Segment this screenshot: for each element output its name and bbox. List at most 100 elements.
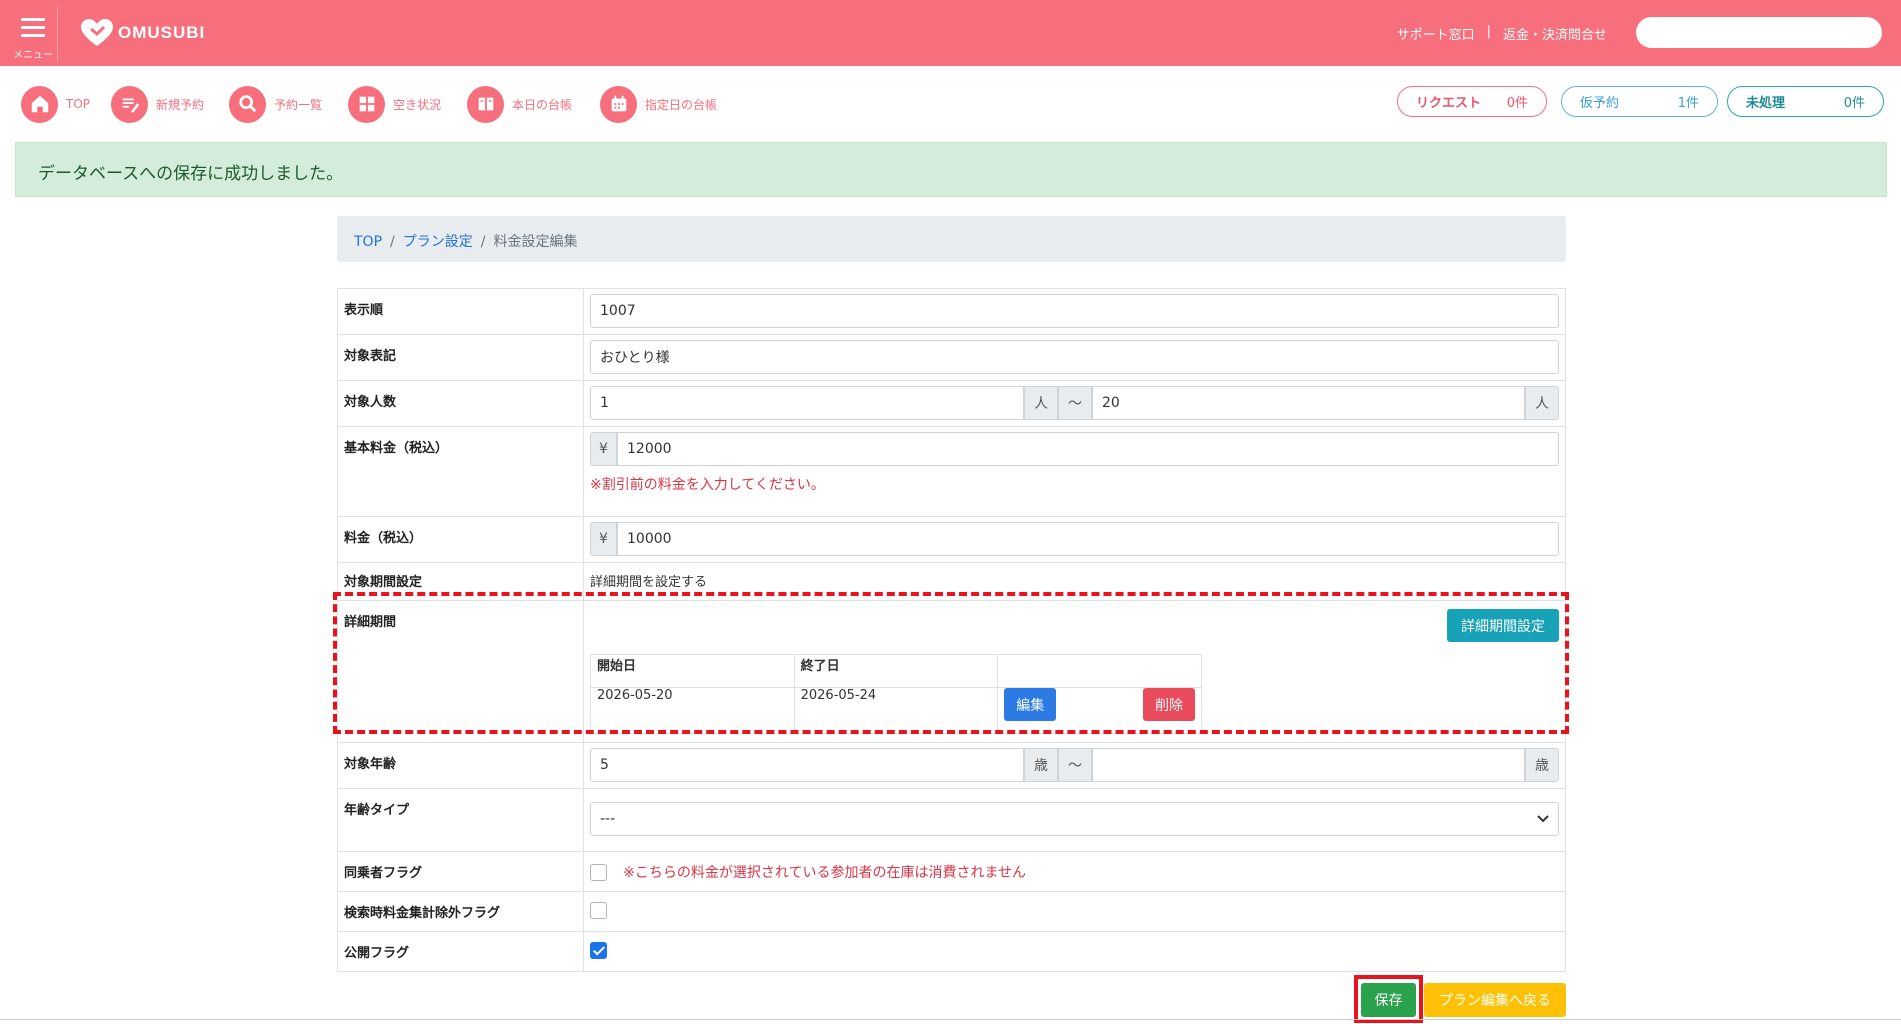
detail-period-setting-button[interactable]: 詳細期間設定 xyxy=(1447,609,1559,642)
base-price-hint: ※割引前の料金を入力してください。 xyxy=(590,477,825,493)
unprocessed-counter[interactable]: 未処理 0件 xyxy=(1727,86,1884,117)
heart-logo-icon xyxy=(81,19,113,46)
display-order-input[interactable]: 1007 xyxy=(590,294,1559,328)
end-date-cell: 2026-05-24 xyxy=(793,687,999,734)
age-type-selected: --- xyxy=(600,811,616,827)
price-group: ¥ 10000 xyxy=(590,522,1559,556)
base-price-input[interactable]: 12000 xyxy=(617,432,1559,466)
calendar-icon xyxy=(600,85,637,123)
provisional-counter[interactable]: 仮予約 1件 xyxy=(1561,86,1718,117)
start-date-cell: 2026-05-20 xyxy=(590,687,795,734)
target-count-max-input[interactable]: 20 xyxy=(1092,386,1525,420)
chevron-down-icon xyxy=(1537,811,1549,827)
age-type-select[interactable]: --- xyxy=(590,802,1559,836)
target-age-max-input[interactable] xyxy=(1092,748,1525,782)
menu-label: メニュー xyxy=(13,50,53,61)
age-unit-addon: 歳 xyxy=(1024,748,1058,782)
person-unit-addon: 人 xyxy=(1024,386,1058,420)
detail-period-table: 開始日 終了日 2026-05-20 2026-05-24 編集 削除 xyxy=(590,654,1202,734)
tilde-addon: ～ xyxy=(1058,386,1092,420)
edit-icon xyxy=(111,85,148,123)
search-exclude-flag-checkbox[interactable] xyxy=(590,902,607,919)
request-counter[interactable]: リクエスト 0件 xyxy=(1397,86,1547,117)
breadcrumb-plan-settings[interactable]: プラン設定 xyxy=(403,234,473,250)
target-count-min-input[interactable]: 1 xyxy=(590,386,1024,420)
period-setting-label: 対象期間設定 xyxy=(337,562,584,601)
tilde-addon: ～ xyxy=(1058,748,1092,782)
counter-label: 仮予約 xyxy=(1580,96,1620,111)
counter-label: 未処理 xyxy=(1746,96,1786,111)
delete-period-button[interactable]: 削除 xyxy=(1143,688,1195,721)
start-date-header: 開始日 xyxy=(590,654,795,688)
base-price-label: 基本料金（税込） xyxy=(337,426,584,517)
public-flag-checkbox[interactable] xyxy=(590,942,607,959)
grid-icon xyxy=(348,85,385,123)
header-links: サポート窓口 | 返金・決済問合せ xyxy=(1397,24,1607,43)
app-header: メニュー OMUSUBI サポート窓口 | 返金・決済問合せ xyxy=(0,0,1901,66)
nav-item-label: 空き状況 xyxy=(393,97,442,112)
target-count-group: 1 人 ～ 20 人 xyxy=(590,386,1559,420)
header-link-separator: | xyxy=(1486,24,1491,39)
companion-flag-checkbox[interactable] xyxy=(590,863,607,881)
save-button[interactable]: 保存 xyxy=(1361,983,1416,1017)
detail-period-label: 詳細期間 xyxy=(337,600,584,743)
breadcrumb-current: 料金設定編集 xyxy=(493,234,578,250)
book-icon xyxy=(467,85,504,123)
companion-flag-note: ※こちらの料金が選択されている参加者の在庫は消費されません xyxy=(623,865,1027,881)
main-nav: TOP 新規予約 予約一覧 空き状況 本日の台帳 指定日の台帳 リクエスト 0件 xyxy=(0,66,1901,142)
age-type-label: 年齢タイプ xyxy=(337,788,584,852)
refund-inquiry-link[interactable]: 返金・決済問合せ xyxy=(1503,24,1607,43)
logo[interactable]: OMUSUBI xyxy=(80,18,205,48)
display-order-label: 表示順 xyxy=(337,288,584,335)
breadcrumb: TOP / プラン設定 / 料金設定編集 xyxy=(337,216,1566,262)
actions-header xyxy=(997,654,1202,688)
hamburger-icon xyxy=(21,18,45,37)
base-price-group: ¥ 12000 xyxy=(590,432,1559,466)
counter-value: 1件 xyxy=(1677,96,1699,111)
header-search-input[interactable] xyxy=(1636,17,1882,48)
home-icon xyxy=(21,85,58,123)
end-date-header: 終了日 xyxy=(793,654,999,688)
nav-item-date-ledger[interactable]: 指定日の台帳 xyxy=(600,85,717,123)
nav-item-new-reservation[interactable]: 新規予約 xyxy=(111,85,204,123)
age-unit-addon: 歳 xyxy=(1525,748,1559,782)
logo-text: OMUSUBI xyxy=(118,23,206,42)
nav-item-label: 新規予約 xyxy=(156,97,205,112)
nav-item-label: 本日の台帳 xyxy=(512,97,573,112)
counter-value: 0件 xyxy=(1506,96,1528,111)
public-flag-label: 公開フラグ xyxy=(337,931,584,972)
counter-label: リクエスト xyxy=(1416,96,1482,111)
companion-flag-label: 同乗者フラグ xyxy=(337,851,584,892)
target-age-min-input[interactable]: 5 xyxy=(590,748,1024,782)
search-exclude-flag-label: 検索時料金集計除外フラグ xyxy=(337,891,584,932)
nav-item-availability[interactable]: 空き状況 xyxy=(348,85,441,123)
table-row: 2026-05-20 2026-05-24 編集 削除 xyxy=(590,687,1202,734)
breadcrumb-top[interactable]: TOP xyxy=(354,234,382,250)
nav-item-label: 指定日の台帳 xyxy=(645,97,718,112)
edit-period-button[interactable]: 編集 xyxy=(1004,688,1057,721)
target-count-label: 対象人数 xyxy=(337,380,584,427)
counter-value: 0件 xyxy=(1843,96,1865,111)
target-notation-input[interactable]: おひとり様 xyxy=(590,340,1559,374)
breadcrumb-separator: / xyxy=(390,234,395,250)
price-label: 料金（税込） xyxy=(337,516,584,563)
yen-addon: ¥ xyxy=(590,432,617,466)
nav-item-reservation-list[interactable]: 予約一覧 xyxy=(229,85,322,123)
target-age-label: 対象年齢 xyxy=(337,742,584,789)
nav-item-top[interactable]: TOP xyxy=(21,85,90,123)
footer-divider xyxy=(0,1019,1901,1020)
price-settings-form: 表示順 1007 対象表記 おひとり様 対象人数 1 人 ～ 20 人 基本料金… xyxy=(337,288,1566,972)
success-alert: データベースへの保存に成功しました。 xyxy=(15,142,1887,197)
nav-item-today-ledger[interactable]: 本日の台帳 xyxy=(467,85,572,123)
support-link[interactable]: サポート窓口 xyxy=(1397,24,1475,43)
nav-item-label: TOP xyxy=(66,97,91,111)
menu-button[interactable]: メニュー xyxy=(8,6,58,62)
person-unit-addon: 人 xyxy=(1525,386,1559,420)
back-to-plan-edit-button[interactable]: プラン編集へ戻る xyxy=(1424,983,1566,1017)
yen-addon: ¥ xyxy=(590,522,617,556)
period-setting-value: 詳細期間を設定する xyxy=(583,562,1566,601)
nav-item-label: 予約一覧 xyxy=(274,97,323,112)
target-age-group: 5 歳 ～ 歳 xyxy=(590,748,1559,782)
price-input[interactable]: 10000 xyxy=(617,522,1559,556)
search-icon xyxy=(229,85,266,123)
